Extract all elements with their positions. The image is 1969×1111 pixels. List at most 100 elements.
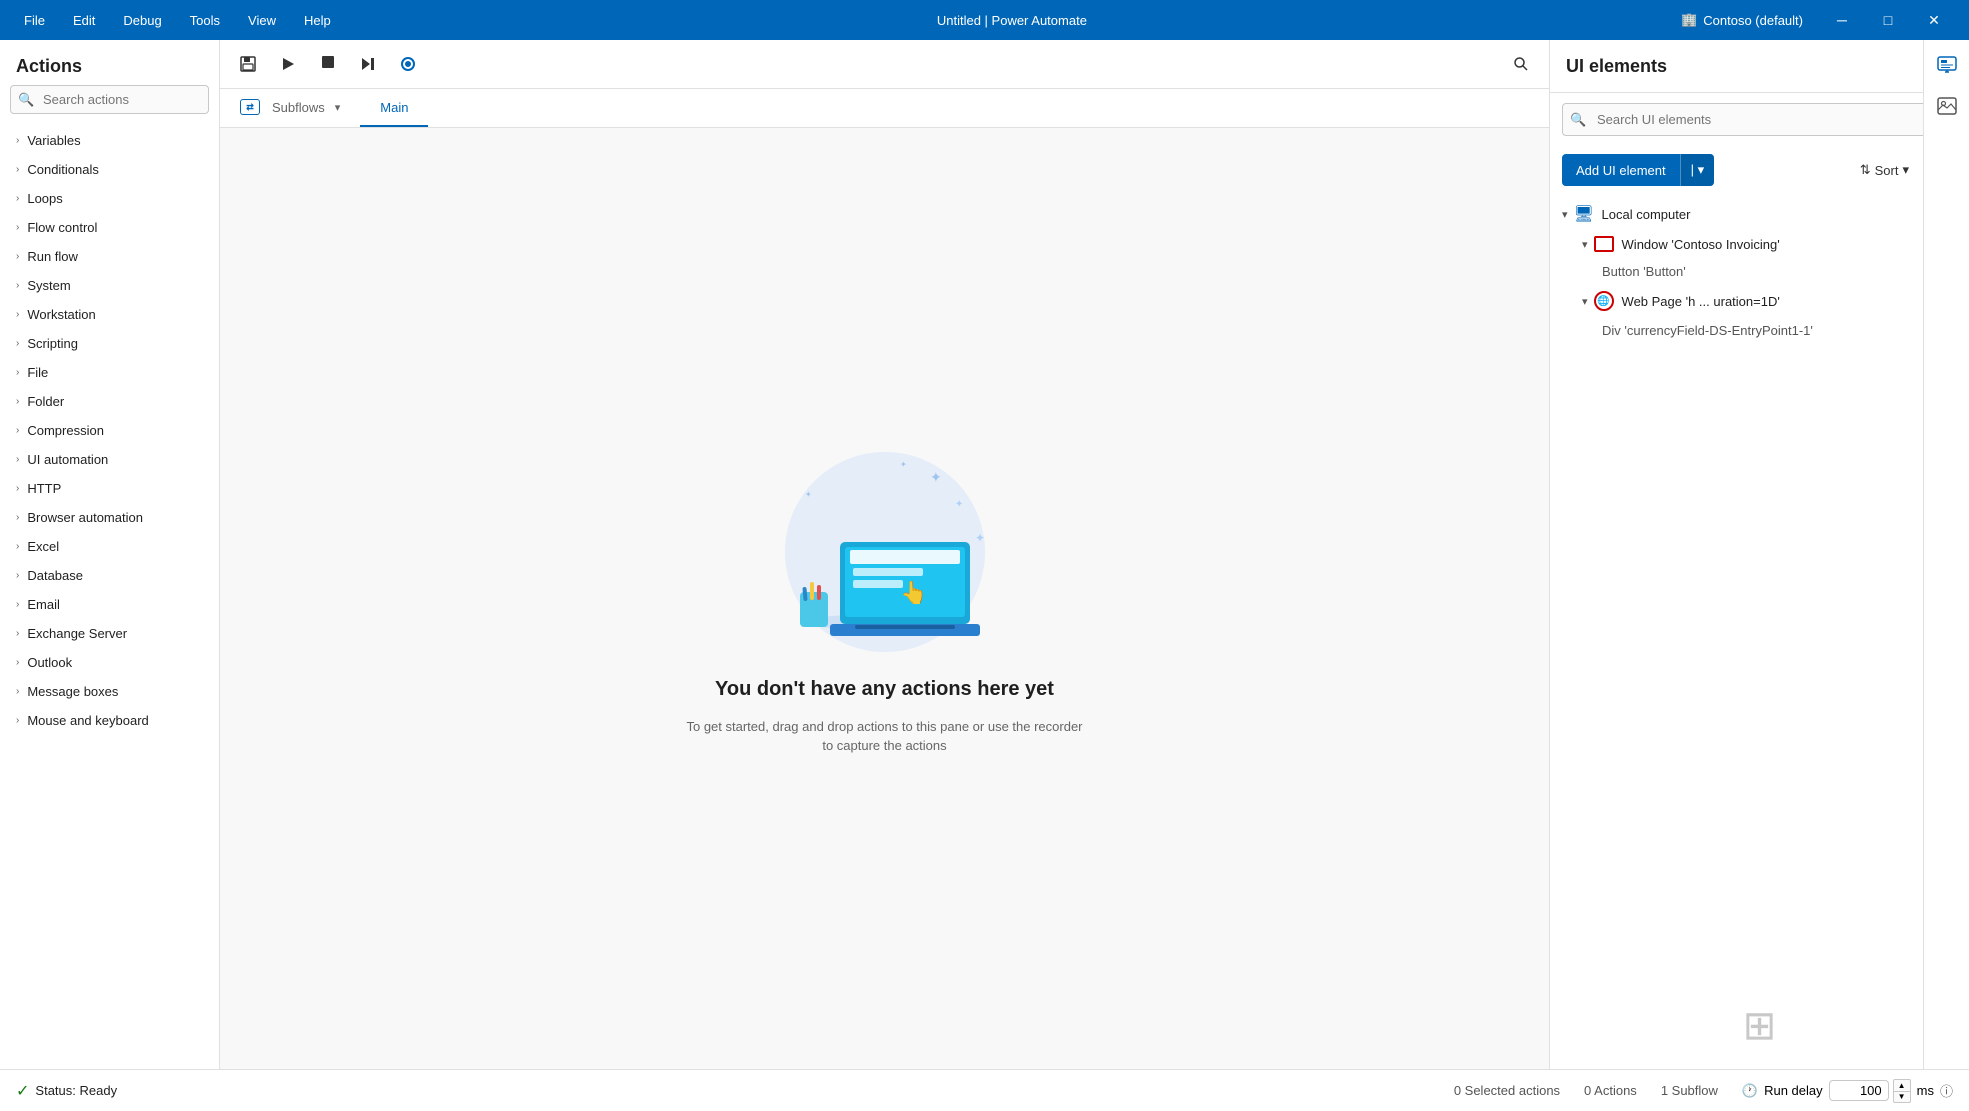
action-item-ui-automation[interactable]: › UI automation (0, 445, 219, 474)
action-item-run-flow[interactable]: › Run flow (0, 242, 219, 271)
account-info[interactable]: 🏢 Contoso (default) (1681, 12, 1803, 28)
maximize-button[interactable]: □ (1865, 0, 1911, 40)
tab-main[interactable]: Main (360, 89, 428, 127)
action-item-flow-control[interactable]: › Flow control (0, 213, 219, 242)
spinner-down-button[interactable]: ▼ (1893, 1091, 1911, 1103)
tab-subflows-label: Subflows (272, 100, 325, 115)
stop-button[interactable] (312, 48, 344, 80)
computer-icon: 🖥 (1574, 204, 1594, 224)
search-input[interactable] (10, 85, 209, 114)
action-item-scripting[interactable]: › Scripting (0, 329, 219, 358)
selected-actions-count: 0 Selected actions (1454, 1083, 1560, 1098)
chevron-icon: › (16, 222, 19, 233)
sort-button[interactable]: ⇅ Sort ▾ (1852, 156, 1917, 184)
action-item-file[interactable]: › File (0, 358, 219, 387)
action-label: Loops (27, 191, 62, 206)
tree-item-webpage[interactable]: ▾ 🌐 Web Page 'h ... uration=1D' (1550, 285, 1969, 317)
tab-subflows[interactable]: ⇄ Subflows ▾ (220, 89, 360, 127)
right-panel-icons (1923, 40, 1969, 1069)
action-item-email[interactable]: › Email (0, 590, 219, 619)
action-label: Scripting (27, 336, 78, 351)
action-item-exchange-server[interactable]: › Exchange Server (0, 619, 219, 648)
action-label: Conditionals (27, 162, 99, 177)
tree-item-button[interactable]: Button 'Button' (1550, 258, 1969, 285)
action-label: HTTP (27, 481, 61, 496)
empty-state-illustration: ✦ ✦ ✦ ✦ ✦ (745, 442, 1025, 662)
run-delay-input[interactable] (1829, 1080, 1889, 1101)
canvas-toolbar (220, 40, 1549, 89)
action-item-workstation[interactable]: › Workstation (0, 300, 219, 329)
menu-help[interactable]: Help (292, 9, 343, 32)
tree-item-local-computer[interactable]: ▾ 🖥 Local computer (1550, 198, 1969, 230)
add-ui-element-main[interactable]: Add UI element (1562, 155, 1680, 186)
action-item-loops[interactable]: › Loops (0, 184, 219, 213)
chevron-icon: › (16, 164, 19, 175)
actions-list: › Variables › Conditionals › Loops › Flo… (0, 122, 219, 1069)
chevron-icon: › (16, 309, 19, 320)
action-label: Workstation (27, 307, 95, 322)
add-ui-element-button[interactable]: Add UI element | ▾ (1562, 154, 1714, 186)
status-text: Status: Ready (35, 1083, 117, 1098)
menu-tools[interactable]: Tools (178, 9, 232, 32)
menu-file[interactable]: File (12, 9, 57, 32)
action-item-browser-automation[interactable]: › Browser automation (0, 503, 219, 532)
canvas-search-button[interactable] (1505, 48, 1537, 80)
record-button[interactable] (392, 48, 424, 80)
action-label: File (27, 365, 48, 380)
step-button[interactable] (352, 48, 384, 80)
action-label: System (27, 278, 70, 293)
images-tab-icon[interactable] (1929, 88, 1965, 124)
info-icon[interactable]: ⓘ (1940, 1081, 1953, 1100)
sort-label: Sort (1875, 163, 1899, 178)
menu-edit[interactable]: Edit (61, 9, 107, 32)
chevron-icon: › (16, 367, 19, 378)
canvas-tabs: ⇄ Subflows ▾ Main (220, 89, 1549, 128)
titlebar-menu: File Edit Debug Tools View Help (12, 9, 343, 32)
action-label: Outlook (27, 655, 72, 670)
run-button[interactable] (272, 48, 304, 80)
chevron-icon: ▾ (1582, 238, 1588, 251)
tree-item-label: Window 'Contoso Invoicing' (1622, 237, 1780, 252)
empty-state: ✦ ✦ ✦ ✦ ✦ (685, 442, 1085, 756)
action-item-database[interactable]: › Database (0, 561, 219, 590)
titlebar: File Edit Debug Tools View Help Untitled… (0, 0, 1969, 40)
tree-item-div[interactable]: Div 'currencyField-DS-EntryPoint1-1' (1550, 317, 1969, 344)
app-title: Untitled | Power Automate (343, 13, 1681, 28)
action-item-http[interactable]: › HTTP (0, 474, 219, 503)
chevron-icon: ▾ (1562, 208, 1568, 221)
action-item-conditionals[interactable]: › Conditionals (0, 155, 219, 184)
chevron-icon: › (16, 454, 19, 465)
ui-elements-search-input[interactable] (1562, 103, 1957, 136)
action-item-compression[interactable]: › Compression (0, 416, 219, 445)
add-ui-element-dropdown[interactable]: | ▾ (1680, 154, 1715, 186)
action-item-folder[interactable]: › Folder (0, 387, 219, 416)
subflow-icon: ⇄ (240, 99, 260, 115)
ui-elements-tab-icon[interactable] (1929, 48, 1965, 84)
chevron-icon: › (16, 686, 19, 697)
empty-state-description: To get started, drag and drop actions to… (685, 717, 1085, 756)
menu-debug[interactable]: Debug (111, 9, 173, 32)
actions-count: 0 Actions (1584, 1083, 1637, 1098)
menu-view[interactable]: View (236, 9, 288, 32)
action-item-variables[interactable]: › Variables (0, 126, 219, 155)
action-item-system[interactable]: › System (0, 271, 219, 300)
empty-state-title: You don't have any actions here yet (715, 678, 1054, 701)
account-icon: 🏢 (1681, 12, 1697, 28)
chevron-icon: › (16, 338, 19, 349)
canvas-content: ✦ ✦ ✦ ✦ ✦ (220, 128, 1549, 1069)
minimize-button[interactable]: ─ (1819, 0, 1865, 40)
status-bar: ✓ Status: Ready 0 Selected actions 0 Act… (0, 1069, 1969, 1111)
action-item-excel[interactable]: › Excel (0, 532, 219, 561)
action-item-message-boxes[interactable]: › Message boxes (0, 677, 219, 706)
chevron-icon: › (16, 715, 19, 726)
action-label: Browser automation (27, 510, 143, 525)
action-item-outlook[interactable]: › Outlook (0, 648, 219, 677)
ui-elements-search-container: 🔍 (1562, 103, 1957, 136)
spinner-up-button[interactable]: ▲ (1893, 1079, 1911, 1091)
tree-item-window[interactable]: ▾ Window 'Contoso Invoicing' (1550, 230, 1969, 258)
action-item-mouse-keyboard[interactable]: › Mouse and keyboard (0, 706, 219, 735)
svg-text:✦: ✦ (955, 499, 963, 510)
save-button[interactable] (232, 48, 264, 80)
subflow-count: 1 Subflow (1661, 1083, 1718, 1098)
close-button[interactable]: ✕ (1911, 0, 1957, 40)
